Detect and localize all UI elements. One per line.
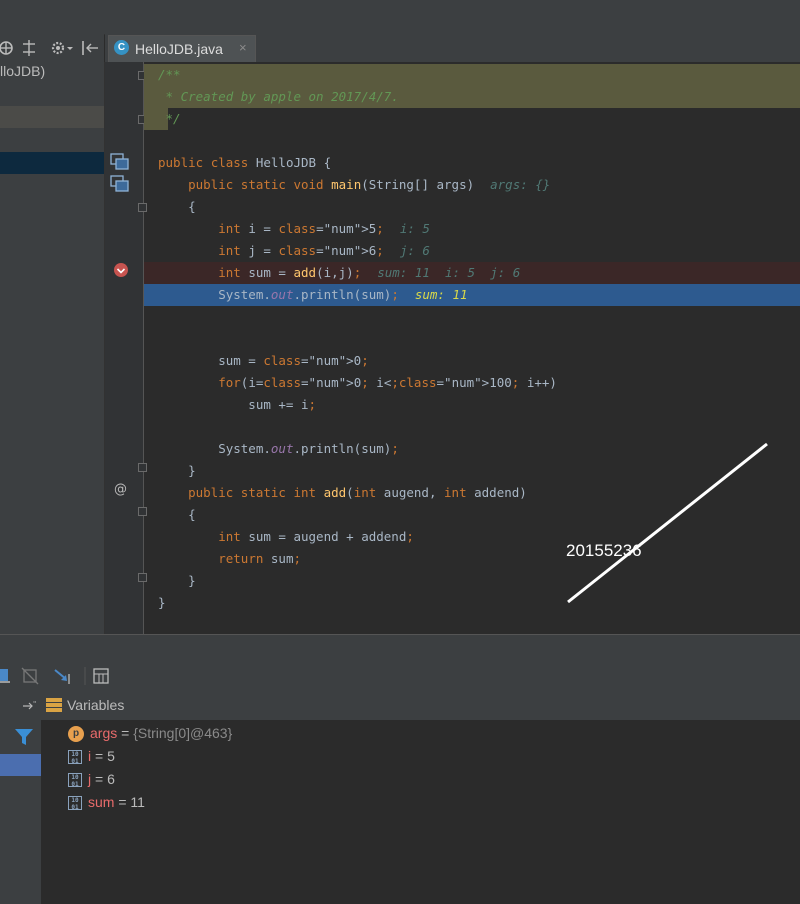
project-tree-row[interactable]	[0, 106, 104, 128]
close-icon[interactable]: ×	[239, 40, 247, 55]
editor-gutter[interactable]	[105, 62, 144, 634]
inline-value: j: 6	[399, 243, 430, 258]
parameter-icon: p	[68, 726, 84, 743]
comment-text: */	[158, 111, 181, 126]
variables-title: Variables	[67, 697, 125, 713]
equals-sign: =	[117, 725, 134, 741]
code-text: return sum;	[218, 551, 302, 566]
variable-row-sum[interactable]: 10 01 sum = 11	[68, 791, 145, 813]
project-tree-row-selected[interactable]	[0, 152, 104, 174]
code-text: int j = class="num">6;	[218, 243, 384, 258]
code-text: int sum = add(i,j);	[218, 265, 362, 280]
selected-frame-row[interactable]	[0, 754, 41, 776]
project-tree-root[interactable]: lloJDB)	[0, 63, 45, 79]
binary-glyph-top: 10	[71, 797, 79, 805]
code-text: }	[158, 573, 196, 588]
code-text: sum += i;	[158, 397, 317, 412]
binary-glyph-top: 10	[71, 774, 79, 782]
code-line[interactable]: for(i=class="num">0; i<;class="num">100;…	[144, 372, 800, 394]
primitive-binary-icon: 10 01	[68, 773, 82, 789]
filter-icon[interactable]	[14, 728, 34, 746]
code-text: {	[158, 507, 196, 522]
window-title-bar	[0, 0, 800, 35]
code-line-breakpoint[interactable]: int sum = add(i,j); sum: 11 i: 5 j: 6	[144, 262, 800, 284]
variable-row-args[interactable]: p args = {String[0]@463}	[68, 722, 232, 744]
frames-panel: "	[0, 690, 42, 904]
equals-sign: =	[91, 748, 108, 764]
code-text: }	[158, 595, 166, 610]
code-text: {	[158, 199, 196, 214]
comment-text: * Created by apple on 2017/4/7.	[158, 89, 399, 104]
variable-name: args	[90, 725, 118, 741]
tab-hellojdb-java[interactable]: C HelloJDB.java ×	[108, 35, 256, 62]
code-text: int sum = augend + addend;	[218, 529, 414, 544]
code-line[interactable]: int i = class="num">5; i: 5	[144, 218, 800, 240]
variable-row-i[interactable]: 10 01 i = 5	[68, 745, 115, 767]
code-text: public class HelloJDB {	[158, 155, 332, 170]
code-text: sum = class="num">0;	[158, 353, 369, 368]
primitive-binary-icon: 10 01	[68, 750, 82, 766]
inline-value: i: 5	[399, 221, 430, 236]
primitive-binary-icon: 10 01	[68, 796, 82, 812]
project-toolbar-icons[interactable]	[0, 39, 104, 57]
annotation-at-icon[interactable]: @	[113, 480, 131, 498]
code-line-execution-point[interactable]: System.out.println(sum); sum: 11	[144, 284, 800, 306]
project-panel	[0, 62, 105, 634]
project-toolbar	[0, 34, 104, 63]
inline-value: args: {}	[490, 177, 551, 192]
tab-label: HelloJDB.java	[135, 41, 223, 57]
breakpoint-icon[interactable]	[113, 262, 131, 280]
code-text: System.out.println(sum);	[158, 441, 399, 456]
variable-value: 11	[130, 794, 145, 810]
svg-text:@: @	[114, 482, 127, 497]
code-line[interactable]: int j = class="num">6; j: 6	[144, 240, 800, 262]
code-line[interactable]: sum += i;	[144, 394, 800, 416]
code-line[interactable]: sum = class="num">0;	[144, 350, 800, 372]
debug-toolbar	[0, 660, 800, 691]
code-line[interactable]: {	[144, 196, 800, 218]
code-text: for(i=class="num">0; i<;class="num">100;…	[218, 375, 557, 390]
inline-value: sum: 11 i: 5 j: 6	[377, 265, 521, 280]
variables-icon	[46, 698, 62, 712]
debug-step-icons[interactable]	[0, 666, 120, 686]
code-text: public static void main(String[] args)	[188, 177, 475, 192]
code-line-class-decl[interactable]: public class HelloJDB {	[144, 152, 800, 174]
code-line[interactable]: /**	[144, 64, 800, 86]
code-line-main-decl[interactable]: public static void main(String[] args) ar…	[144, 174, 800, 196]
watermark-text: 20155236	[566, 541, 642, 560]
inline-value: sum: 11	[414, 287, 468, 302]
variable-value: 6	[107, 771, 115, 787]
binary-glyph-top: 10	[71, 751, 79, 759]
pin-arrow-icon[interactable]: "	[22, 700, 38, 712]
equals-sign: =	[91, 771, 108, 787]
variables-header: Variables	[41, 690, 800, 721]
variable-value: {String[0]@463}	[133, 725, 233, 741]
variable-name: sum	[88, 794, 115, 810]
code-text: }	[158, 463, 196, 478]
run-main-icon[interactable]	[110, 175, 130, 193]
binary-glyph-bottom: 01	[71, 804, 79, 812]
code-text: public static int add(int augend, int ad…	[188, 485, 527, 500]
strikethrough-slash	[567, 442, 768, 604]
variable-row-j[interactable]: 10 01 j = 6	[68, 768, 115, 790]
run-class-icon[interactable]	[110, 153, 130, 171]
debug-header-bar	[0, 634, 800, 661]
binary-glyph-bottom: 01	[71, 758, 79, 766]
equals-sign: =	[114, 794, 131, 810]
variable-value: 5	[107, 748, 115, 764]
code-line[interactable]: * Created by apple on 2017/4/7.	[144, 86, 800, 108]
binary-glyph-bottom: 01	[71, 781, 79, 789]
code-line[interactable]: */	[144, 108, 181, 130]
svg-text:": "	[33, 700, 36, 708]
comment-text: /**	[158, 67, 181, 82]
code-text: System.out.println(sum);	[158, 287, 399, 302]
code-text: int i = class="num">5;	[218, 221, 384, 236]
java-class-icon: C	[114, 40, 129, 55]
